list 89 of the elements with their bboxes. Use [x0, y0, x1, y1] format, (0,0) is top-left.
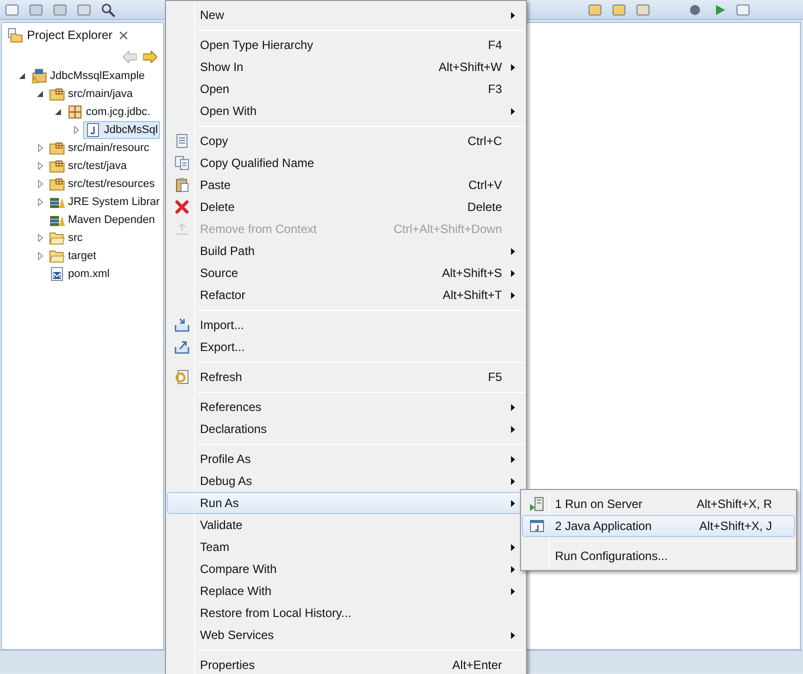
tree-item[interactable]: target [47, 247, 98, 265]
collapsed-arrow-icon[interactable] [74, 126, 78, 134]
submenu-arrow-icon [511, 108, 515, 114]
import-icon [174, 317, 190, 333]
menu-item[interactable]: Copy Ctrl+C [167, 130, 525, 152]
menu-item[interactable]: Open Type Hierarchy F4 [167, 34, 525, 56]
submenu-arrow-icon [511, 456, 515, 462]
collapsed-arrow-icon[interactable] [38, 144, 42, 152]
collapsed-arrow-icon[interactable] [38, 252, 42, 260]
maven-file-icon [49, 266, 65, 282]
menu-item[interactable]: Debug As [167, 470, 525, 492]
export-icon [174, 339, 190, 355]
source-folder-icon [49, 140, 65, 156]
submenu-arrow-icon [511, 64, 515, 70]
collapsed-arrow-icon[interactable] [38, 162, 42, 170]
submenu-arrow-icon [511, 404, 515, 410]
submenu-arrow-icon [511, 426, 515, 432]
application-icon [529, 518, 545, 534]
tree-item[interactable]: JdbcMssqlExample [29, 67, 147, 85]
menu-item[interactable]: Declarations [167, 418, 525, 440]
tree-item[interactable]: com.jcg.jdbc. [65, 103, 152, 121]
submenu-arrow-icon [511, 270, 515, 276]
menu-item[interactable]: Refresh F5 [167, 366, 525, 388]
menu-item[interactable]: Open F3 [167, 78, 525, 100]
menu-item[interactable]: Build Path [167, 240, 525, 262]
menu-item[interactable]: Delete Delete [167, 196, 525, 218]
menu-item[interactable]: 2 Java Application Alt+Shift+X, J [522, 515, 795, 537]
tab-title: Project Explorer [27, 27, 112, 44]
menu-item[interactable]: Paste Ctrl+V [167, 174, 525, 196]
tree-item[interactable]: src [47, 229, 85, 247]
menu-item[interactable]: Restore from Local History... [167, 602, 525, 624]
menu-item[interactable]: Replace With [167, 580, 525, 602]
menu-item[interactable]: Team [167, 536, 525, 558]
refresh-icon [174, 369, 190, 385]
submenu-arrow-icon [511, 632, 515, 638]
close-icon[interactable] [119, 30, 128, 40]
package-icon [67, 104, 83, 120]
expanded-arrow-icon[interactable] [19, 73, 25, 79]
collapsed-arrow-icon[interactable] [38, 198, 42, 206]
delete-icon [174, 199, 190, 215]
submenu-arrow-icon [511, 544, 515, 550]
search-icon[interactable] [100, 2, 116, 18]
explorer-icon [7, 27, 23, 43]
menu-item[interactable]: Web Services [167, 624, 525, 646]
expanded-arrow-icon[interactable] [37, 91, 43, 97]
menu-item[interactable]: Export... [167, 336, 525, 358]
copy-icon [174, 133, 190, 149]
clipboard-icon [174, 177, 190, 193]
remove-icon [174, 221, 190, 237]
tree-item[interactable]: src/test/resources [47, 175, 157, 193]
submenu-arrow-icon [511, 566, 515, 572]
tree-item[interactable]: Maven Dependen [47, 211, 157, 229]
back-arrow-icon[interactable] [123, 51, 137, 63]
menu-item[interactable]: Compare With [167, 558, 525, 580]
submenu-arrow-icon [511, 478, 515, 484]
menu-item[interactable]: 1 Run on Server Alt+Shift+X, R [522, 493, 795, 515]
menu-item[interactable]: References [167, 396, 525, 418]
menu-item[interactable]: Refactor Alt+Shift+T [167, 284, 525, 306]
submenu-arrow-icon [511, 248, 515, 254]
menu-item[interactable]: Open With [167, 100, 525, 122]
tree-item[interactable]: pom.xml [47, 265, 112, 283]
forward-arrow-icon[interactable] [143, 51, 157, 63]
submenu-arrow-icon [511, 292, 515, 298]
menu-item[interactable]: Profile As [167, 448, 525, 470]
menu-item[interactable]: Run Configurations... [522, 545, 795, 567]
source-folder-icon [49, 158, 65, 174]
server-icon [529, 496, 545, 512]
source-folder-icon [49, 86, 65, 102]
submenu-arrow-icon [511, 588, 515, 594]
expanded-arrow-icon[interactable] [55, 109, 61, 115]
tree-item[interactable]: src/main/java [47, 85, 135, 103]
submenu-arrow-icon [511, 500, 515, 506]
menu-item[interactable]: Properties Alt+Enter [167, 654, 525, 674]
menu-item[interactable]: Import... [167, 314, 525, 336]
java-file-icon [85, 122, 101, 138]
tree-item[interactable]: JdbcMsSql [83, 121, 160, 139]
project-icon [31, 68, 47, 84]
menu-item[interactable]: Copy Qualified Name [167, 152, 525, 174]
menu-item[interactable]: New [167, 4, 525, 26]
tree-item[interactable]: src/main/resourc [47, 139, 152, 157]
copy-icon [174, 155, 190, 171]
menu-item[interactable]: Source Alt+Shift+S [167, 262, 525, 284]
collapsed-arrow-icon[interactable] [38, 234, 42, 242]
collapsed-arrow-icon[interactable] [38, 180, 42, 188]
tree-item[interactable]: src/test/java [47, 157, 129, 175]
source-folder-icon [49, 176, 65, 192]
menu-item[interactable]: Show In Alt+Shift+W [167, 56, 525, 78]
tree-item[interactable]: JRE System Librar [47, 193, 162, 211]
submenu-arrow-icon [511, 12, 515, 18]
